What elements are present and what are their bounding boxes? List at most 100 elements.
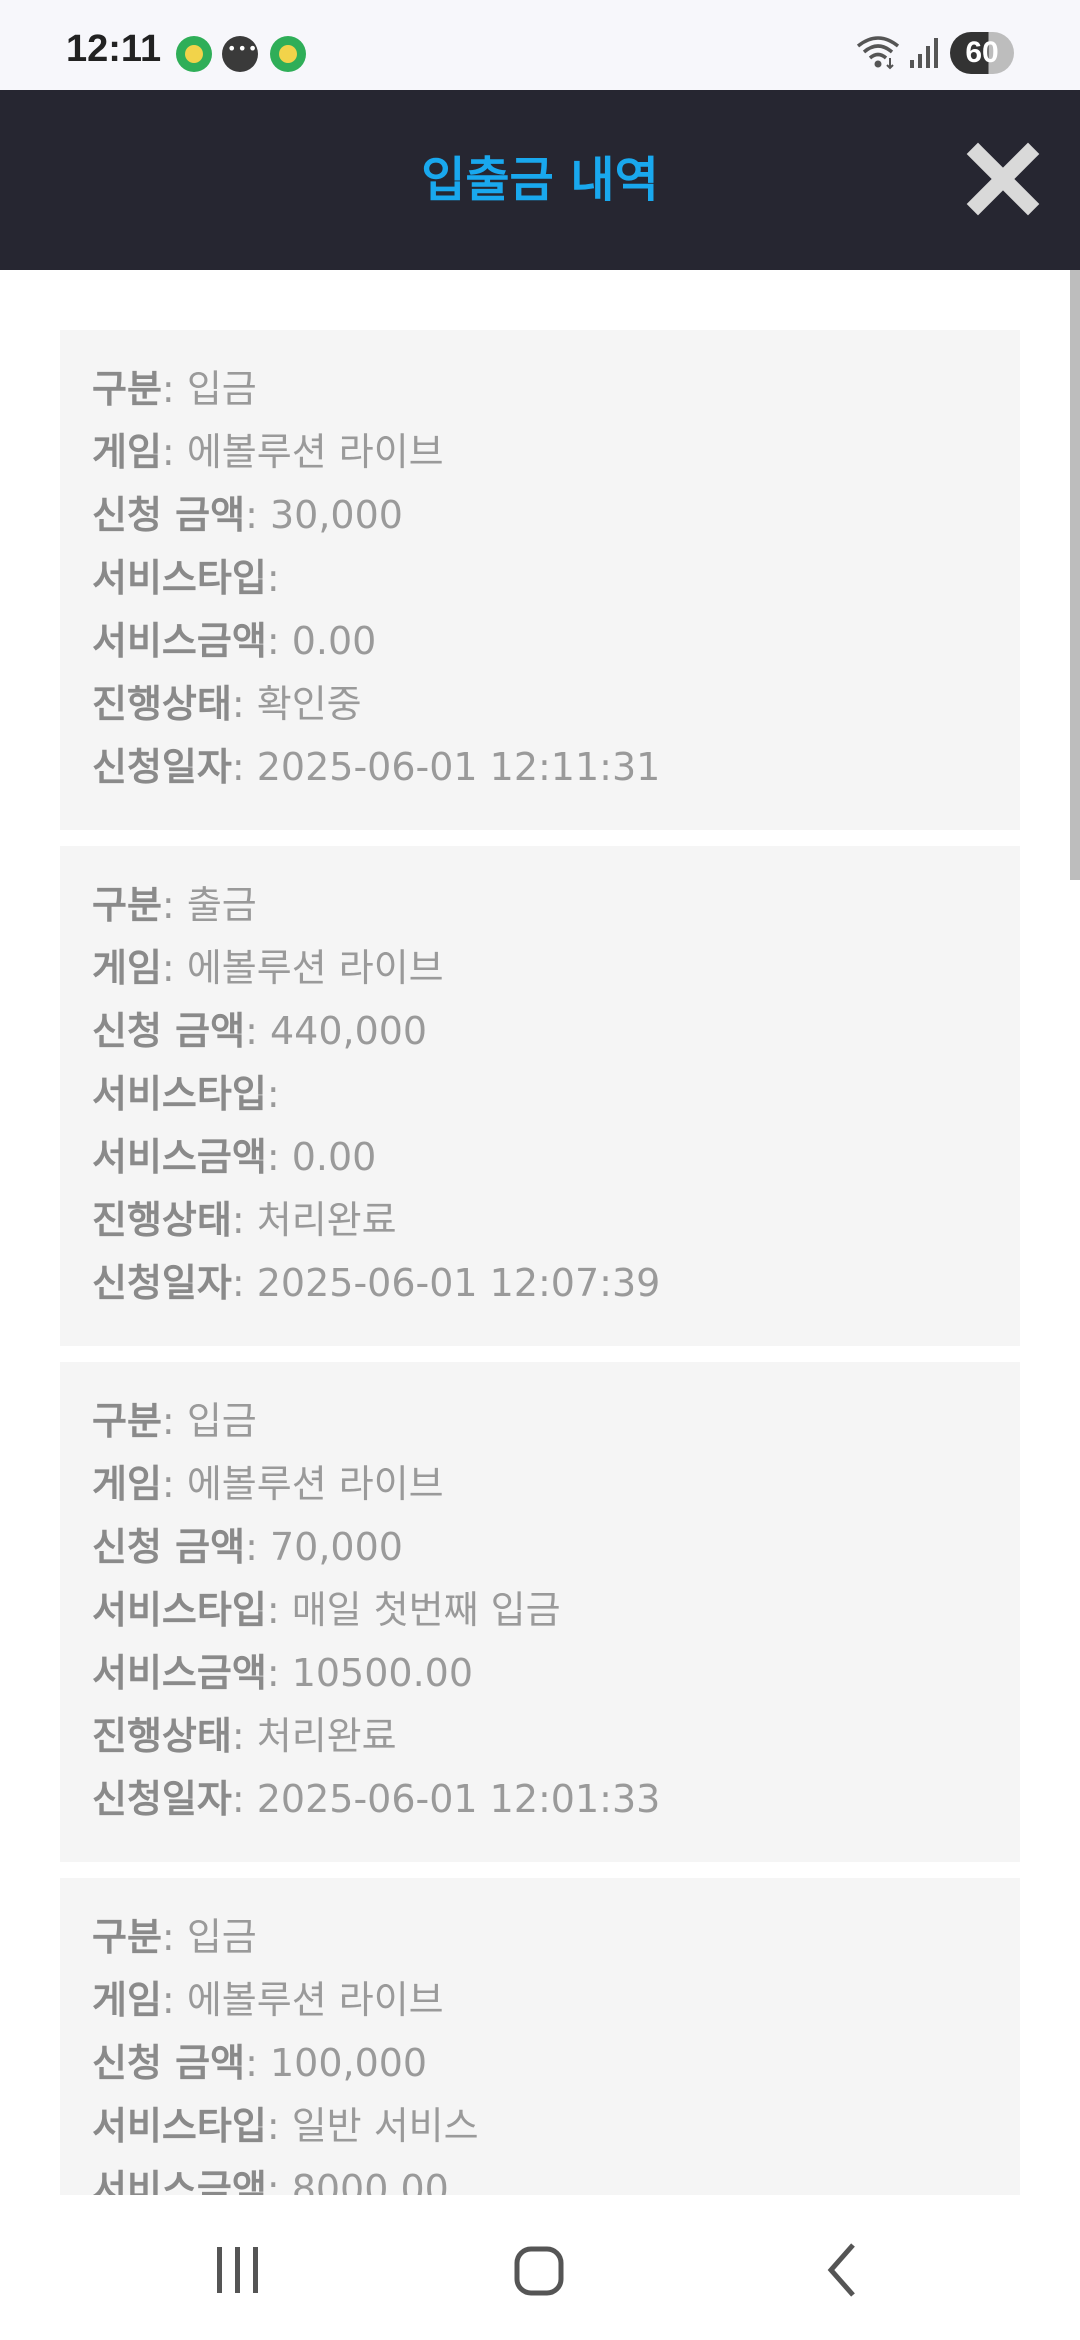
field-value: 에볼루션 라이브 xyxy=(186,430,444,474)
status-time: 12:11 xyxy=(66,28,162,70)
field-label: 서비스타입 xyxy=(92,1072,267,1116)
field-value: 입금 xyxy=(186,367,257,411)
field-value: 70,000 xyxy=(269,1525,403,1569)
transaction-list[interactable]: 구분: 입금 게임: 에볼루션 라이브 신청 금액: 30,000 서비스타입: 서비… xyxy=(0,270,1080,2195)
field-amount: 신청 금액: 440,000 xyxy=(92,1000,988,1063)
field-amount: 신청 금액: 70,000 xyxy=(92,1516,988,1579)
field-label: 게임 xyxy=(92,1978,162,2022)
field-label: 게임 xyxy=(92,430,162,474)
field-label: 게임 xyxy=(92,946,162,990)
field-value: 2025-06-01 12:07:39 xyxy=(256,1261,661,1305)
field-type: 구분: 입금 xyxy=(92,1390,988,1453)
field-label: 신청 금액 xyxy=(92,1525,246,1569)
field-value: 10500.00 xyxy=(291,1651,474,1695)
green-app-icon xyxy=(270,36,306,72)
field-separator: : xyxy=(161,1915,187,1959)
navigation-bar xyxy=(0,2195,1080,2340)
field-value: 30,000 xyxy=(269,493,403,537)
field-value: 0.00 xyxy=(291,1135,377,1179)
recents-icon xyxy=(217,2247,258,2293)
field-label: 서비스타입 xyxy=(92,556,267,600)
status-bar: 12:11 60 xyxy=(0,0,1080,90)
field-type: 구분: 출금 xyxy=(92,874,988,937)
field-separator: : xyxy=(266,1072,280,1116)
field-type: 구분: 입금 xyxy=(92,1906,988,1969)
field-status: 진행상태: 처리완료 xyxy=(92,1189,988,1252)
scrollbar[interactable] xyxy=(1070,270,1080,880)
field-label: 신청 금액 xyxy=(92,2041,246,2085)
field-label: 신청일자 xyxy=(92,1777,232,1821)
field-label: 구분 xyxy=(92,883,162,927)
field-separator: : xyxy=(266,2104,292,2148)
field-separator: : xyxy=(231,1198,257,1242)
field-separator: : xyxy=(161,367,187,411)
field-separator: : xyxy=(231,1261,257,1305)
field-game: 게임: 에볼루션 라이브 xyxy=(92,937,988,1000)
home-icon xyxy=(514,2246,564,2296)
back-button[interactable] xyxy=(797,2225,887,2315)
signal-icon xyxy=(910,38,938,68)
close-button[interactable] xyxy=(958,134,1048,224)
field-value: 2025-06-01 12:01:33 xyxy=(256,1777,661,1821)
field-label: 구분 xyxy=(92,1399,162,1443)
transaction-card: 구분: 입금 게임: 에볼루션 라이브 신청 금액: 100,000 서비스타입: 일… xyxy=(60,1878,1020,2195)
field-label: 서비스금액 xyxy=(92,1651,267,1695)
field-value: 440,000 xyxy=(269,1009,428,1053)
field-label: 서비스금액 xyxy=(92,2167,267,2195)
field-label: 신청 금액 xyxy=(92,493,246,537)
field-service-amount: 서비스금액: 8000.00 xyxy=(92,2158,988,2195)
field-separator: : xyxy=(266,556,280,600)
field-label: 진행상태 xyxy=(92,682,232,726)
field-date: 신청일자: 2025-06-01 12:01:33 xyxy=(92,1768,988,1831)
field-value: 매일 첫번째 입금 xyxy=(291,1588,561,1632)
recents-button[interactable] xyxy=(193,2225,283,2315)
field-value: 에볼루션 라이브 xyxy=(186,946,444,990)
field-label: 서비스금액 xyxy=(92,619,267,663)
field-label: 신청 금액 xyxy=(92,1009,246,1053)
field-service-type: 서비스타입: xyxy=(92,1063,988,1126)
home-button[interactable] xyxy=(493,2225,583,2315)
field-separator: : xyxy=(245,2041,270,2085)
field-separator: : xyxy=(231,682,257,726)
field-separator: : xyxy=(161,946,187,990)
back-icon xyxy=(827,2243,855,2297)
field-service-amount: 서비스금액: 10500.00 xyxy=(92,1642,988,1705)
battery-level: 60 xyxy=(965,36,999,69)
field-label: 서비스금액 xyxy=(92,1135,267,1179)
field-label: 신청일자 xyxy=(92,1261,232,1305)
field-service-type: 서비스타입: xyxy=(92,547,988,610)
field-separator: : xyxy=(266,2167,292,2195)
transaction-card: 구분: 입금 게임: 에볼루션 라이브 신청 금액: 30,000 서비스타입: 서비… xyxy=(60,330,1020,830)
field-label: 진행상태 xyxy=(92,1714,232,1758)
field-amount: 신청 금액: 100,000 xyxy=(92,2032,988,2095)
field-value: 8000.00 xyxy=(291,2167,449,2195)
field-value: 확인중 xyxy=(256,682,362,726)
field-value: 에볼루션 라이브 xyxy=(186,1978,444,2022)
field-separator: : xyxy=(161,1978,187,2022)
field-label: 구분 xyxy=(92,1915,162,1959)
field-date: 신청일자: 2025-06-01 12:11:31 xyxy=(92,736,988,799)
field-service-amount: 서비스금액: 0.00 xyxy=(92,610,988,673)
field-label: 진행상태 xyxy=(92,1198,232,1242)
field-status: 진행상태: 처리완료 xyxy=(92,1705,988,1768)
field-separator: : xyxy=(245,493,270,537)
transaction-card: 구분: 입금 게임: 에볼루션 라이브 신청 금액: 70,000 서비스타입: 매일… xyxy=(60,1362,1020,1862)
field-value: 처리완료 xyxy=(256,1714,397,1758)
field-value: 에볼루션 라이브 xyxy=(186,1462,444,1506)
field-separator: : xyxy=(245,1009,270,1053)
field-value: 일반 서비스 xyxy=(291,2104,479,2148)
field-game: 게임: 에볼루션 라이브 xyxy=(92,421,988,484)
field-separator: : xyxy=(231,1714,257,1758)
field-value: 입금 xyxy=(186,1399,257,1443)
field-value: 처리완료 xyxy=(256,1198,397,1242)
field-separator: : xyxy=(266,1588,292,1632)
battery-icon: 60 xyxy=(950,32,1014,74)
field-status: 진행상태: 확인중 xyxy=(92,673,988,736)
field-separator: : xyxy=(266,1651,292,1695)
field-separator: : xyxy=(245,1525,270,1569)
field-label: 서비스타입 xyxy=(92,1588,267,1632)
field-separator: : xyxy=(231,745,257,789)
field-separator: : xyxy=(161,430,187,474)
field-service-type: 서비스타입: 매일 첫번째 입금 xyxy=(92,1579,988,1642)
close-icon xyxy=(966,142,1040,216)
